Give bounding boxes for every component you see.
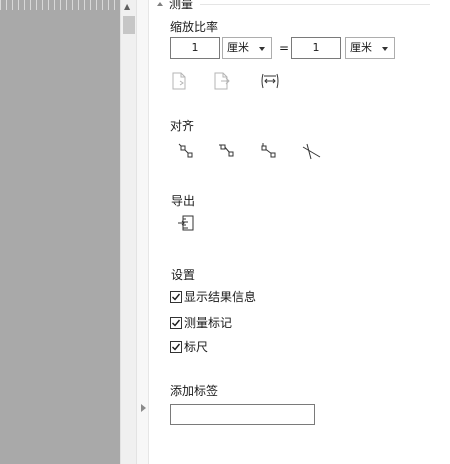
- scroll-up-arrow-icon[interactable]: ▲: [124, 2, 130, 12]
- top-ruler: [0, 0, 120, 10]
- page-paste-icon[interactable]: [213, 72, 231, 90]
- checkmark-icon: [172, 319, 181, 327]
- section-title: 测量: [169, 0, 194, 11]
- align-label: 对齐: [170, 119, 195, 133]
- measure-mark-checkbox[interactable]: [170, 317, 182, 329]
- export-ruler-icon[interactable]: [177, 214, 195, 232]
- scale-left-unit-dropdown[interactable]: 厘米: [222, 37, 272, 59]
- equals-sign: =: [279, 41, 290, 55]
- show-result-info-option[interactable]: 显示结果信息: [170, 290, 256, 304]
- measure-panel: 测量 缩放比率 1 厘米 = 1 厘米 对齐 导出 设置 显示结果信息 测量标记…: [150, 0, 450, 464]
- align-vertical-step-icon[interactable]: [260, 142, 278, 160]
- expand-arrow-icon[interactable]: [141, 404, 146, 412]
- panel-collapse-handle[interactable]: [137, 0, 149, 464]
- align-intersect-icon[interactable]: [302, 142, 322, 162]
- canvas-gray-area: [0, 0, 120, 464]
- section-divider: [200, 4, 430, 5]
- scale-left-unit-value: 厘米: [227, 41, 249, 54]
- settings-label: 设置: [171, 268, 196, 282]
- page-copy-icon[interactable]: [171, 72, 187, 90]
- scale-right-value-input[interactable]: 1: [291, 37, 341, 59]
- checkmark-icon: [172, 343, 181, 351]
- add-tag-input[interactable]: [170, 404, 315, 425]
- show-result-info-label: 显示结果信息: [184, 290, 257, 304]
- chevron-down-icon: [382, 47, 388, 51]
- fit-width-icon[interactable]: [260, 72, 280, 90]
- ruler-option[interactable]: 标尺: [170, 340, 208, 354]
- scrollbar-thumb[interactable]: [123, 16, 135, 34]
- scale-right-unit-dropdown[interactable]: 厘米: [345, 37, 395, 59]
- show-result-info-checkbox[interactable]: [170, 291, 182, 303]
- align-diagonal-down-icon[interactable]: [177, 142, 195, 160]
- section-header[interactable]: 测量: [157, 0, 193, 11]
- measure-mark-option[interactable]: 测量标记: [170, 316, 232, 330]
- ruler-checkbox[interactable]: [170, 341, 182, 353]
- add-tag-label: 添加标签: [170, 384, 219, 398]
- align-horizontal-step-icon[interactable]: [218, 142, 236, 160]
- measure-mark-label: 测量标记: [184, 316, 233, 330]
- vertical-scrollbar[interactable]: ▲: [120, 0, 137, 464]
- scale-right-unit-value: 厘米: [350, 41, 372, 54]
- collapse-triangle-icon[interactable]: [157, 2, 163, 6]
- scale-ratio-label: 缩放比率: [170, 20, 219, 34]
- checkmark-icon: [172, 293, 181, 301]
- chevron-down-icon: [259, 47, 265, 51]
- export-label: 导出: [171, 194, 196, 208]
- ruler-label: 标尺: [184, 340, 209, 354]
- scale-left-value-input[interactable]: 1: [170, 37, 220, 59]
